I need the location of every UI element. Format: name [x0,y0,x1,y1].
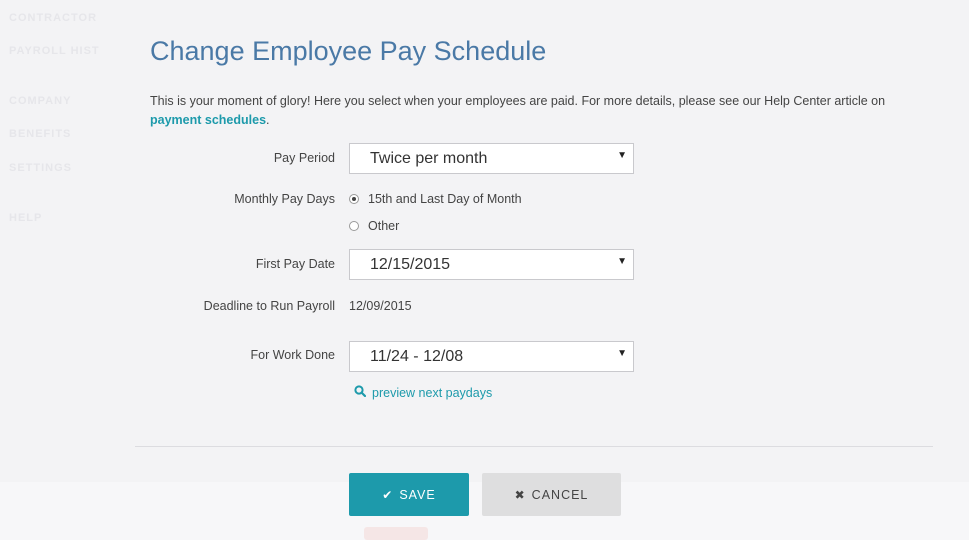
save-button-label: SAVE [399,487,436,502]
bg-nav-contractor: CONTRACTOR [9,12,98,24]
save-button[interactable]: ✔ SAVE [349,473,469,516]
first-pay-date-value: 12/15/2015 [370,256,451,273]
caret-down-icon: ▼ [617,150,627,161]
search-icon [354,385,367,400]
bg-nav-settings: SETTINGS [9,162,73,174]
work-done-label: For Work Done [250,348,335,362]
pay-period-label: Pay Period [273,151,335,165]
deadline-value: 12/09/2015 [349,299,412,313]
intro-text: This is your moment of glory! Here you s… [150,92,935,130]
first-pay-date-select[interactable]: 12/15/2015 ▼ [349,249,634,280]
radio-other-label: Other [368,219,400,233]
close-icon: ✖ [514,487,526,502]
modal-title: Change Employee Pay Schedule [150,36,547,66]
pay-period-select[interactable]: Twice per month ▼ [349,143,634,174]
work-done-value: 11/24 - 12/08 [370,348,464,365]
intro-body: This is your moment of glory! Here you s… [150,94,886,108]
radio-unselected-icon [349,221,359,231]
modal-divider [135,446,933,447]
bg-nav-benefits: BENEFITS [9,128,72,140]
bg-nav-payroll-history: PAYROLL HIST [9,45,99,57]
caret-down-icon: ▼ [617,256,627,267]
work-done-select[interactable]: 11/24 - 12/08 ▼ [349,341,634,372]
pay-period-value: Twice per month [370,150,488,167]
preview-paydays-link[interactable]: preview next paydays [354,385,492,400]
cancel-button[interactable]: ✖ CANCEL [482,473,621,516]
deadline-label: Deadline to Run Payroll [203,299,335,313]
payment-schedules-link[interactable]: payment schedules [150,113,266,127]
background-sidebar: CONTRACTOR PAYROLL HIST COMPANY BENEFITS… [0,0,130,540]
preview-paydays-label: preview next paydays [372,385,493,400]
bg-nav-company: COMPANY [9,95,72,107]
radio-15th-last-day[interactable]: 15th and Last Day of Month [349,192,522,206]
intro-end: . [266,113,270,127]
radio-selected-icon [349,194,359,204]
first-pay-date-label: First Pay Date [255,257,335,271]
pay-schedule-modal: Change Employee Pay Schedule This is you… [135,0,935,540]
check-icon: ✔ [382,487,394,502]
monthly-pay-days-label: Monthly Pay Days [234,192,335,206]
caret-down-icon: ▼ [617,348,627,359]
cancel-button-label: CANCEL [531,487,589,502]
radio-other[interactable]: Other [349,219,399,233]
bg-nav-help: HELP [9,212,43,224]
radio-15th-last-day-label: 15th and Last Day of Month [368,192,522,206]
